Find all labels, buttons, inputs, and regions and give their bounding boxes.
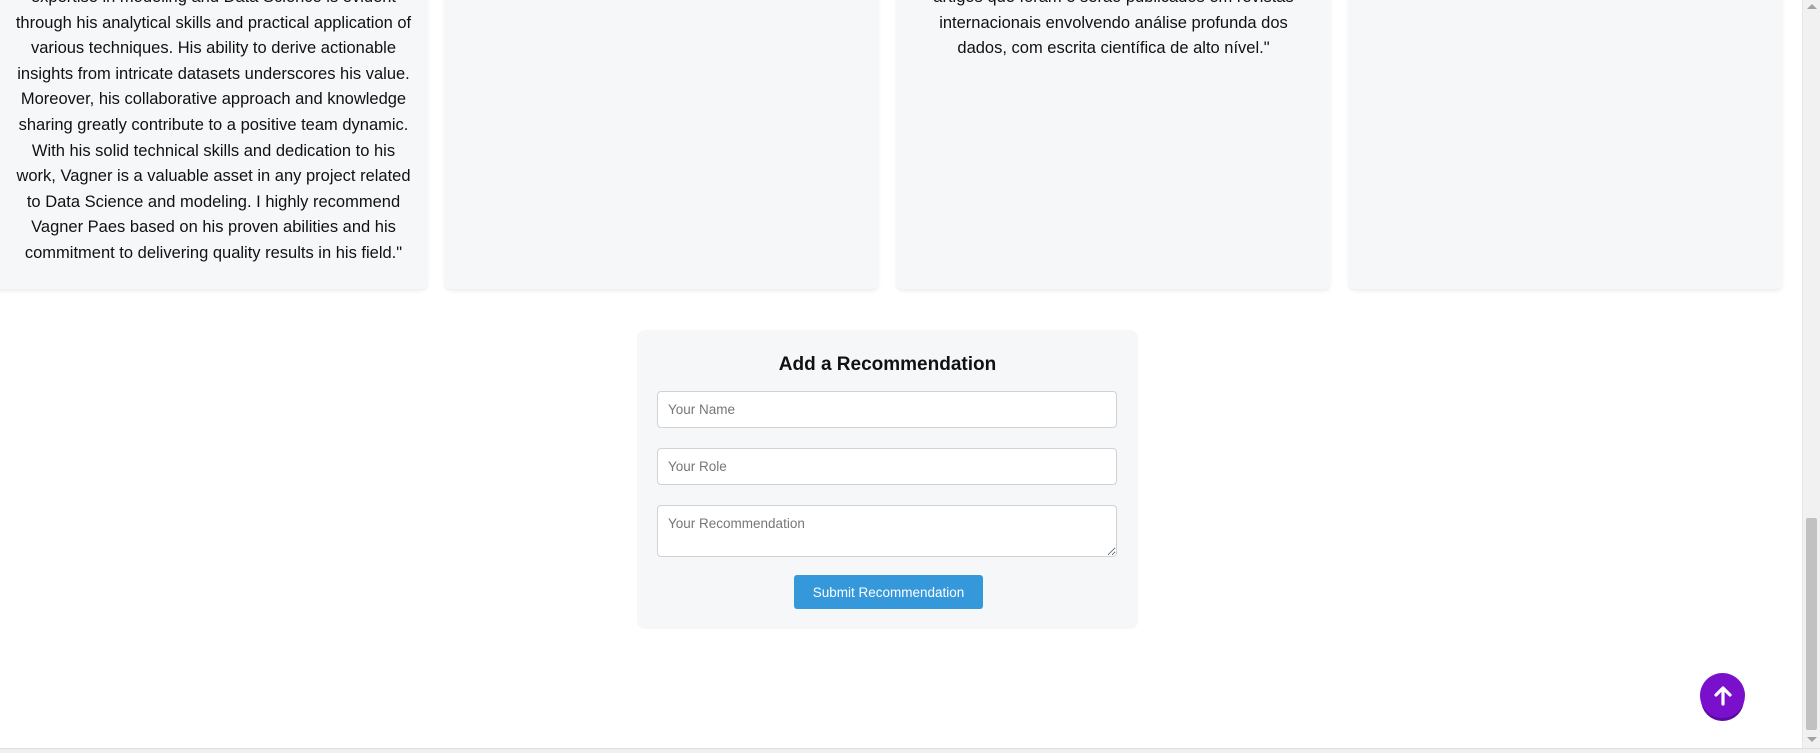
scroll-down-arrow-icon[interactable]	[1807, 737, 1817, 742]
add-recommendation-form: Add a Recommendation Submit Recommendati…	[637, 330, 1138, 629]
vertical-scrollbar[interactable]	[1802, 0, 1820, 748]
window-bottom-edge	[0, 748, 1820, 753]
page: expertise in modeling and Data Science i…	[0, 0, 1820, 753]
recommendation-card: expertise in modeling and Data Science i…	[0, 0, 427, 289]
recommendation-text: artigos que foram e serão publicados em …	[933, 0, 1293, 58]
role-input[interactable]	[657, 448, 1117, 485]
scrollbar-thumb[interactable]	[1806, 518, 1817, 730]
submit-recommendation-button[interactable]: Submit Recommendation	[794, 575, 983, 609]
scroll-to-top-button[interactable]	[1700, 673, 1745, 718]
page-viewport: expertise in modeling and Data Science i…	[0, 0, 1802, 748]
form-title: Add a Recommendation	[778, 354, 997, 375]
recommendation-card: artigos que foram e serão publicados em …	[897, 0, 1330, 289]
recommendation-text: expertise in modeling and Data Science i…	[15, 0, 412, 262]
recommendation-card	[1349, 0, 1782, 289]
name-input[interactable]	[657, 391, 1117, 428]
recommendation-card	[445, 0, 878, 289]
recommendation-textarea[interactable]	[657, 505, 1117, 557]
scroll-up-arrow-icon[interactable]	[1807, 4, 1817, 9]
arrow-up-icon	[1713, 685, 1732, 706]
